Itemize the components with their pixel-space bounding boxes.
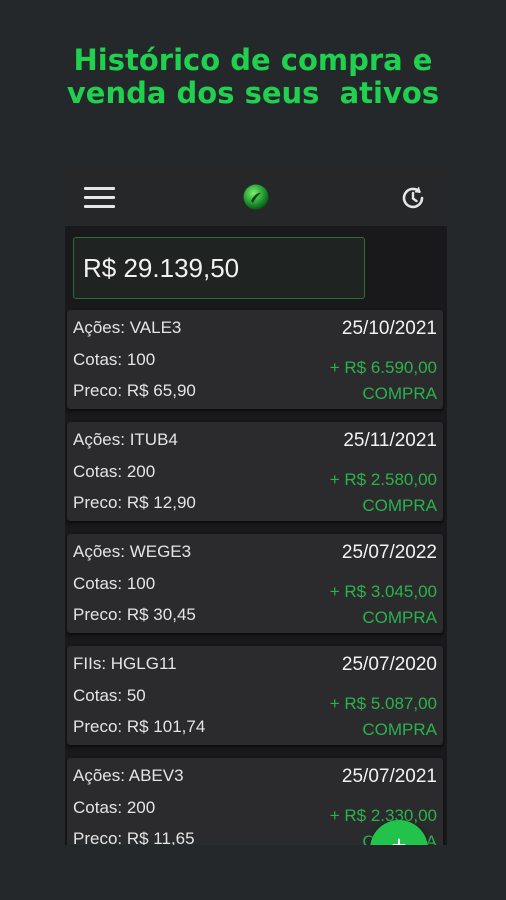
type-label: COMPRA [362,496,437,515]
transaction-card[interactable]: Ações: ITUB4 Cotas: 200 Preco: R$ 12,90 … [67,422,443,521]
add-icon: + [391,830,407,845]
hamburger-menu-icon[interactable] [84,187,115,208]
quotas-label: Cotas: 100 [73,350,156,369]
type-label: COMPRA [362,384,437,403]
quotas-label: Cotas: 50 [73,686,146,705]
asset-label: Ações: WEGE3 [73,542,192,561]
transaction-card[interactable]: Ações: VALE3 Cotas: 100 Preco: R$ 65,90 … [67,310,443,409]
amount-label: + R$ 2.580,00 [329,470,437,489]
quotas-label: Cotas: 100 [73,574,156,593]
headline: Histórico de compra e venda dos seus ati… [0,44,506,110]
price-label: Preco: R$ 11,65 [73,829,195,845]
total-balance-field[interactable]: R$ 29.139,50 [73,237,365,299]
quotas-label: Cotas: 200 [73,462,156,481]
quotas-label: Cotas: 200 [73,798,156,817]
headline-line-2: venda dos seus ativos [66,76,440,110]
asset-label: FIIs: HGLG11 [73,654,177,673]
app-bar [65,168,447,226]
price-label: Preco: R$ 12,90 [73,493,196,512]
transaction-card[interactable]: FIIs: HGLG11 Cotas: 50 Preco: R$ 101,74 … [67,646,443,745]
amount-label: + R$ 5.087,00 [329,694,437,713]
transaction-card[interactable]: Ações: WEGE3 Cotas: 100 Preco: R$ 30,45 … [67,534,443,633]
asset-label: Ações: ABEV3 [73,766,184,785]
asset-label: Ações: VALE3 [73,318,182,337]
app-logo-icon [243,184,269,210]
date-label: 25/07/2020 [341,654,437,675]
price-label: Preco: R$ 30,45 [73,605,196,624]
date-label: 25/07/2022 [341,542,437,563]
phone-screen: R$ 29.139,50 Ações: VALE3 Cotas: 100 Pre… [65,168,447,845]
price-label: Preco: R$ 65,90 [73,381,196,400]
date-label: 25/07/2021 [341,766,437,787]
date-label: 25/10/2021 [341,318,437,339]
amount-label: + R$ 3.045,00 [329,582,437,601]
asset-label: Ações: ITUB4 [73,430,178,449]
history-icon[interactable] [398,183,428,213]
price-label: Preco: R$ 101,74 [73,717,206,736]
type-label: COMPRA [362,720,437,739]
headline-line-1: Histórico de compra e [73,43,433,77]
type-label: COMPRA [362,608,437,627]
date-label: 25/11/2021 [343,430,437,451]
amount-label: + R$ 6.590,00 [329,358,437,377]
